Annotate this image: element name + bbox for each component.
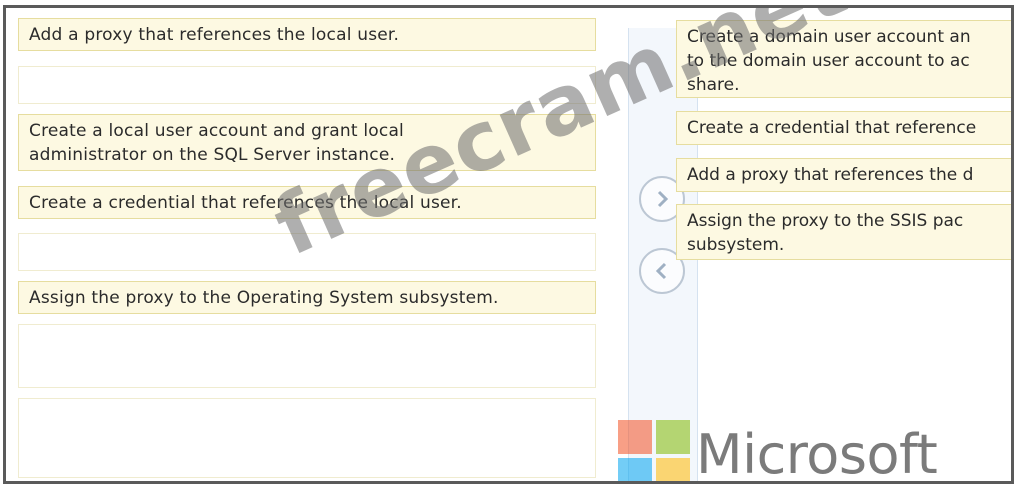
source-item-3[interactable]: Add a proxy that references the d bbox=[676, 158, 1011, 192]
answer-slot-text: Create a credential that references the … bbox=[29, 193, 462, 213]
microsoft-logo-icon bbox=[618, 420, 690, 481]
source-item-2[interactable]: Create a credential that reference bbox=[676, 111, 1011, 145]
logo-square-red bbox=[618, 420, 652, 454]
answer-slot-text: Create a local user account and grant lo… bbox=[29, 121, 404, 165]
source-item-line: subsystem. bbox=[687, 235, 785, 255]
logo-square-green bbox=[656, 420, 690, 454]
source-item-1[interactable]: Create a domain user account an to the d… bbox=[676, 20, 1011, 98]
answer-slot-3[interactable]: Create a local user account and grant lo… bbox=[18, 114, 596, 171]
microsoft-wordmark: Microsoft bbox=[696, 423, 938, 484]
answer-slot-7[interactable] bbox=[18, 324, 596, 388]
answer-slot-5[interactable] bbox=[18, 233, 596, 271]
source-item-line: Create a credential that reference bbox=[687, 118, 977, 138]
chevron-left-icon bbox=[655, 262, 667, 280]
source-item-line: to the domain user account to ac bbox=[687, 51, 970, 71]
source-item-line: Create a domain user account an bbox=[687, 27, 971, 47]
answer-slot-6[interactable]: Assign the proxy to the Operating System… bbox=[18, 281, 596, 314]
source-item-4[interactable]: Assign the proxy to the SSIS pac subsyst… bbox=[676, 204, 1011, 260]
answer-slot-text: Add a proxy that references the local us… bbox=[29, 25, 400, 45]
answer-slot-2[interactable] bbox=[18, 66, 596, 104]
chevron-right-icon bbox=[657, 190, 669, 208]
answer-slot-4[interactable]: Create a credential that references the … bbox=[18, 186, 596, 219]
logo-square-blue bbox=[618, 458, 652, 481]
logo-square-yellow bbox=[656, 458, 690, 481]
answer-slot-text: Assign the proxy to the Operating System… bbox=[29, 288, 499, 308]
drag-drop-panel: Add a proxy that references the local us… bbox=[3, 5, 1014, 484]
source-item-line: share. bbox=[687, 75, 740, 95]
source-item-line: Assign the proxy to the SSIS pac bbox=[687, 211, 964, 231]
source-item-line: Add a proxy that references the d bbox=[687, 165, 974, 185]
answer-slot-8[interactable] bbox=[18, 398, 596, 478]
answer-slot-1[interactable]: Add a proxy that references the local us… bbox=[18, 18, 596, 51]
